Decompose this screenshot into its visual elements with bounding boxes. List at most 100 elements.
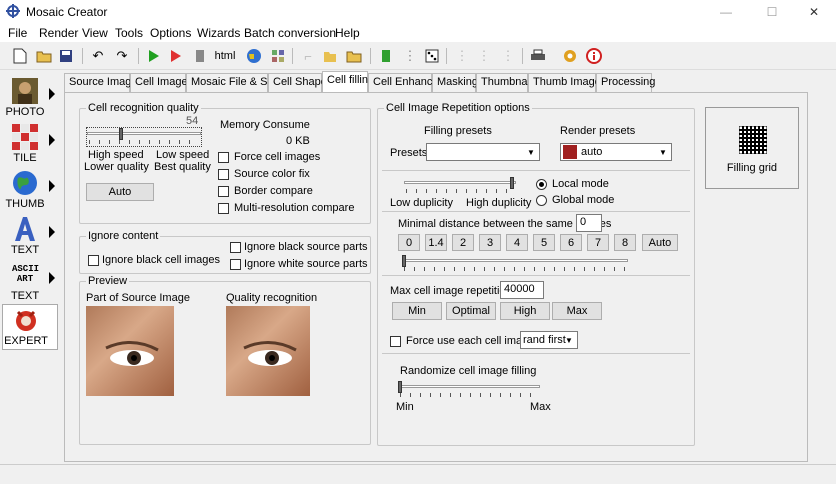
close-button[interactable]: ✕	[792, 2, 836, 22]
slider-thumb[interactable]	[398, 381, 402, 393]
tab-cell-shape[interactable]: Cell Shape	[268, 73, 327, 93]
tab-cell-enhance[interactable]: Cell Enhance	[368, 73, 438, 93]
randomize-max-label: Max	[530, 401, 551, 413]
quality-slider[interactable]	[86, 127, 202, 147]
distance-button-0[interactable]: 0	[398, 234, 420, 251]
new-icon[interactable]	[10, 46, 30, 66]
tab-cell-filling[interactable]: Cell filling	[322, 71, 374, 93]
tab-mosaic-file-size[interactable]: Mosaic File & Size	[186, 73, 281, 93]
filling-presets-select[interactable]: ▼	[426, 143, 540, 161]
gear-icon[interactable]	[560, 46, 580, 66]
minimize-button[interactable]: —	[704, 2, 748, 22]
border-compare-checkbox[interactable]	[218, 186, 229, 197]
sidebar-item-text[interactable]: TEXT	[2, 214, 58, 260]
tab-thumbnail[interactable]: Thumbnail	[476, 73, 532, 93]
multi-resolution-compare-checkbox[interactable]	[218, 203, 229, 214]
repetition-max-button[interactable]: Max	[552, 302, 602, 320]
tab-cell-images[interactable]: Cell Images	[130, 73, 193, 93]
globe-icon[interactable]	[244, 46, 264, 66]
open-folder-icon[interactable]	[344, 46, 364, 66]
tab-thumb-images[interactable]: Thumb Images	[528, 73, 606, 93]
distance-button-1-4[interactable]: 1.4	[425, 234, 447, 251]
render-presets-select[interactable]: auto ▼	[560, 143, 672, 161]
render-red-play-icon[interactable]	[166, 46, 186, 66]
menu-options[interactable]: Options	[150, 26, 191, 40]
slider-ticks	[400, 393, 538, 397]
slider-thumb[interactable]	[510, 177, 514, 189]
slider-thumb[interactable]	[119, 128, 123, 140]
folder-star-icon[interactable]	[320, 46, 340, 66]
menu-view[interactable]: View	[82, 26, 108, 40]
ignore-white-source-checkbox[interactable]	[230, 259, 241, 270]
print-icon[interactable]	[528, 46, 548, 66]
ignore-black-source-checkbox[interactable]	[230, 242, 241, 253]
sidebar-label: EXPERT	[4, 335, 48, 347]
grid-icon[interactable]	[268, 46, 288, 66]
sidebar-item-thumb[interactable]: THUMB	[2, 168, 58, 214]
undo-icon[interactable]: ↶	[88, 46, 108, 66]
distance-auto-button[interactable]: Auto	[642, 234, 678, 251]
sidebar-item-photo[interactable]: PHOTO	[2, 76, 58, 122]
distance-button-2[interactable]: 2	[452, 234, 474, 251]
best-quality-label: Best quality	[154, 161, 211, 173]
menu-batch-conversion[interactable]: Batch conversion	[244, 26, 336, 40]
sidebar-item-tile[interactable]: TILE	[2, 122, 58, 168]
sidebar-item-expert[interactable]: EXPERT	[2, 304, 58, 350]
repetition-options-group: Cell Image Repetition options Filling pr…	[377, 102, 695, 446]
randomize-slider[interactable]	[398, 381, 540, 399]
group-title: Preview	[86, 275, 130, 287]
distance-button-8[interactable]: 8	[614, 234, 636, 251]
auto-quality-button[interactable]: Auto	[86, 183, 154, 201]
menu-file[interactable]: File	[8, 26, 27, 40]
divider	[382, 170, 690, 171]
sidebar-item-ascii-text[interactable]: ASCII ART TEXT	[2, 260, 58, 306]
status-bar	[0, 464, 836, 484]
dice-icon[interactable]	[422, 46, 442, 66]
cursor-icon[interactable]: ⌐	[298, 46, 318, 66]
tab-source-image[interactable]: Source Image	[64, 73, 137, 93]
divider	[382, 275, 690, 276]
local-mode-radio[interactable]	[536, 179, 547, 190]
menu-help[interactable]: Help	[335, 26, 360, 40]
align-center-icon[interactable]: ⋮	[474, 46, 494, 66]
distance-button-4[interactable]: 4	[506, 234, 528, 251]
render-play-icon[interactable]	[144, 46, 164, 66]
checkbox-label: Ignore black cell images	[102, 254, 221, 266]
save-icon[interactable]	[56, 46, 76, 66]
slider-thumb[interactable]	[402, 255, 406, 267]
distance-button-6[interactable]: 6	[560, 234, 582, 251]
force-each-cell-checkbox[interactable]	[390, 336, 401, 347]
menu-wizards[interactable]: Wizards	[197, 26, 240, 40]
distance-button-5[interactable]: 5	[533, 234, 555, 251]
repetition-high-button[interactable]: High	[500, 302, 550, 320]
force-each-select[interactable]: rand first ▼	[520, 331, 578, 349]
list-icon[interactable]	[190, 46, 210, 66]
filling-grid-button[interactable]: Filling grid	[705, 107, 799, 189]
open-icon[interactable]	[34, 46, 54, 66]
source-color-fix-checkbox[interactable]	[218, 169, 229, 180]
min-distance-input[interactable]: 0	[576, 214, 602, 232]
redo-icon[interactable]: ↷	[112, 46, 132, 66]
menu-tools[interactable]: Tools	[115, 26, 143, 40]
ignore-black-cell-checkbox[interactable]	[88, 255, 99, 266]
distance-button-7[interactable]: 7	[587, 234, 609, 251]
repetition-min-button[interactable]: Min	[392, 302, 442, 320]
maximize-button[interactable]: ☐	[750, 2, 794, 22]
info-icon[interactable]	[584, 46, 604, 66]
list-dots-icon[interactable]: ⋮	[400, 46, 420, 66]
global-mode-radio[interactable]	[536, 195, 547, 206]
distance-slider[interactable]	[402, 255, 628, 273]
quality-value: 54	[186, 115, 199, 127]
duplicity-slider[interactable]	[404, 177, 516, 195]
tab-masking[interactable]: Masking	[432, 73, 478, 93]
distance-button-3[interactable]: 3	[479, 234, 501, 251]
max-repetition-input[interactable]: 40000	[500, 281, 544, 299]
force-cell-images-checkbox[interactable]	[218, 152, 229, 163]
align-left-icon[interactable]: ⋮	[452, 46, 472, 66]
tab-processing[interactable]: Processing	[596, 73, 655, 93]
menu-render[interactable]: Render	[39, 26, 78, 40]
align-right-icon[interactable]: ⋮	[498, 46, 518, 66]
repetition-optimal-button[interactable]: Optimal	[446, 302, 496, 320]
html-export-button[interactable]: html	[212, 46, 238, 66]
green-list-icon[interactable]	[376, 46, 396, 66]
